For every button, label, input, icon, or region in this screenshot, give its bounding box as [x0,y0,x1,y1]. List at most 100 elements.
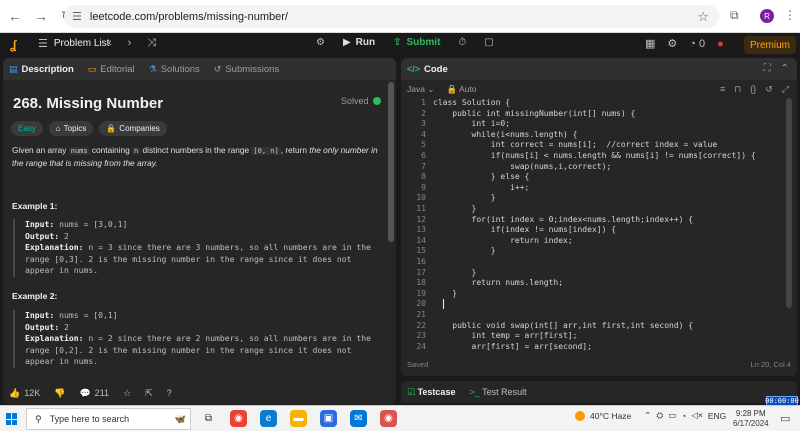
code-editor[interactable]: 1 class Solution {2 public int missingNum… [401,98,797,351]
like-button[interactable]: 👍 12K [9,388,40,399]
code-line[interactable]: } [433,268,477,277]
tab-test-result[interactable]: >_ Test Result [469,387,526,397]
profile-avatar[interactable]: R [760,9,774,23]
code-line[interactable]: } else { [433,172,530,181]
address-bar[interactable]: ☰ leetcode.com/problems/missing-number/ … [64,5,719,28]
weather-sun-icon[interactable] [575,410,585,421]
user-avatar[interactable]: ● [717,38,724,50]
battery-icon[interactable]: ▭ [668,410,676,421]
code-line[interactable]: } [433,246,496,255]
coins-value: 0 [698,37,706,50]
timer-icon[interactable]: ⏱ [458,37,466,48]
store-icon[interactable]: ▣ [320,410,337,427]
prev-problem-icon[interactable]: ‹ [108,37,112,50]
tab-testcase[interactable]: ☑ Testcase [407,387,455,398]
code-line[interactable]: int correct = nums[i]; //correct index =… [433,140,717,149]
code-line[interactable]: public void swap(int[] arr,int first,int… [433,321,693,330]
bookmark-star-icon[interactable]: ☆ [697,9,709,25]
code-line[interactable]: } [433,289,457,298]
code-line[interactable]: public int missingNumber(int[] nums) { [433,109,635,118]
code-line[interactable]: return index; [433,236,573,245]
language-select[interactable]: Java ⌄ [407,84,434,95]
format-icon[interactable]: ≡ [720,84,725,95]
tab-submissions[interactable]: ↺ Submissions [214,64,279,75]
code-line[interactable]: class Solution { [433,98,510,107]
code-line[interactable]: if(nums[i] < nums.length && nums[i] != n… [433,151,756,160]
line-number: 2 [421,108,426,118]
site-settings-icon[interactable]: ☰ [72,10,82,23]
taskbar-search[interactable]: ⚲ Type here to search 🦋 [26,408,191,430]
bookmark-icon[interactable]: ⊓ [734,84,741,95]
code-line[interactable]: } [433,204,477,213]
code-line[interactable]: int i=0; [433,119,511,128]
tab-solutions[interactable]: ⚗ Solutions [149,64,200,75]
run-button[interactable]: ▶ Run [343,37,375,48]
notifications-icon[interactable]: ▭ [780,412,790,425]
code-line[interactable]: arr[first] = arr[second]; [433,342,592,351]
collapse-icon[interactable]: ⌃ [781,63,789,74]
flask-icon: ⚗ [148,63,157,74]
submit-button[interactable]: ⇪ Submit [393,37,440,48]
tray-expand-icon[interactable]: ⌃ [644,410,651,421]
forward-arrow-icon[interactable]: → [30,5,52,27]
task-view-icon[interactable]: ⧉ [200,410,217,427]
autocomplete-mode[interactable]: 🔒 Auto [446,84,476,95]
tab-description[interactable]: ▤ Description [9,64,74,75]
shuffle-icon[interactable]: ⤨ [147,37,156,50]
help-icon[interactable]: ? [167,388,172,398]
thumbs-down-icon[interactable]: 👎 [54,388,65,399]
code-tab[interactable]: </> Code [401,58,797,80]
premium-button[interactable]: Premium [744,36,796,54]
favorite-star-icon[interactable]: ☆ [123,388,131,399]
debug-icon[interactable]: ⚙ [316,37,325,48]
tab-editorial[interactable]: ▭ Editorial [88,64,135,75]
maximize-icon[interactable]: ⛶ [764,63,771,74]
line-number: 14 [416,235,426,245]
code-line[interactable]: return nums.length; [433,278,564,287]
problem-title[interactable]: 268. Missing Number [13,95,163,112]
braces-icon[interactable]: {} [750,84,756,95]
companies-chip[interactable]: 🔒 Companies [99,121,167,136]
description-scrollbar[interactable] [388,82,394,242]
code-line[interactable]: while(i<nums.length) { [433,130,578,139]
code-line[interactable]: swap(nums,i,correct); [433,162,611,171]
mail-icon[interactable]: ✉ [350,410,367,427]
problem-list-button[interactable]: ☰ Problem List [38,37,109,50]
browser-toolbar: ← → ↻ ☰ leetcode.com/problems/missing-nu… [0,0,800,33]
code-line[interactable]: int temp = arr[first]; [433,331,578,340]
wifi-icon[interactable]: ◔ [681,411,686,421]
editor-scrollbar[interactable] [786,98,792,308]
network-icon[interactable]: ⛭ [656,410,663,421]
reset-icon[interactable]: ↺ [765,84,773,95]
code-line[interactable]: for(int index = 0;index<nums.length;inde… [433,215,694,224]
leetcode-logo-icon[interactable]: ʆ [10,38,22,52]
volume-icon[interactable]: ◁× [691,410,703,421]
code-line[interactable]: } [433,193,496,202]
fullscreen-icon[interactable]: ⤢ [782,84,789,95]
code-panel: </> Code ⛶ ⌃ Java ⌄ 🔒 Auto ≡ ⊓ {} ↺ ⤢ 1c… [401,58,797,376]
coins-counter[interactable]: ◔ 0 [689,38,705,50]
notes-icon[interactable]: ▢ [484,37,493,48]
code-line[interactable]: if(index != nums[index]) { [433,225,616,234]
chrome-icon[interactable]: ◉ [230,410,247,427]
back-arrow-icon[interactable]: ← [4,5,26,27]
comments-button[interactable]: 💬 211 [79,388,109,399]
line-number: 20 [416,299,426,309]
weather-text[interactable]: 40°C Haze [590,411,631,421]
line-number: 8 [421,172,426,182]
edge-icon[interactable]: e [260,410,277,427]
menu-kebab-icon[interactable]: ⋮ [784,8,796,22]
testcase-bar: ☑ Testcase >_ Test Result [401,381,797,403]
language-indicator[interactable]: ENG [708,411,726,421]
settings-gear-icon[interactable]: ⚙ [667,37,677,50]
share-icon[interactable]: ⇱ [145,388,153,399]
taskbar-clock[interactable]: 9:28 PM 6/17/2024 [733,409,769,429]
chrome-profile-icon[interactable]: ◉ [380,410,397,427]
topics-chip[interactable]: ⌂ Topics [48,121,94,136]
code-line[interactable]: i++; [433,183,529,192]
next-problem-icon[interactable]: › [128,37,132,50]
file-explorer-icon[interactable]: ▬ [290,410,307,427]
extensions-icon[interactable]: ⧉ [730,8,739,23]
windows-start-icon[interactable] [6,413,18,425]
layout-icon[interactable]: ▦ [645,37,655,50]
